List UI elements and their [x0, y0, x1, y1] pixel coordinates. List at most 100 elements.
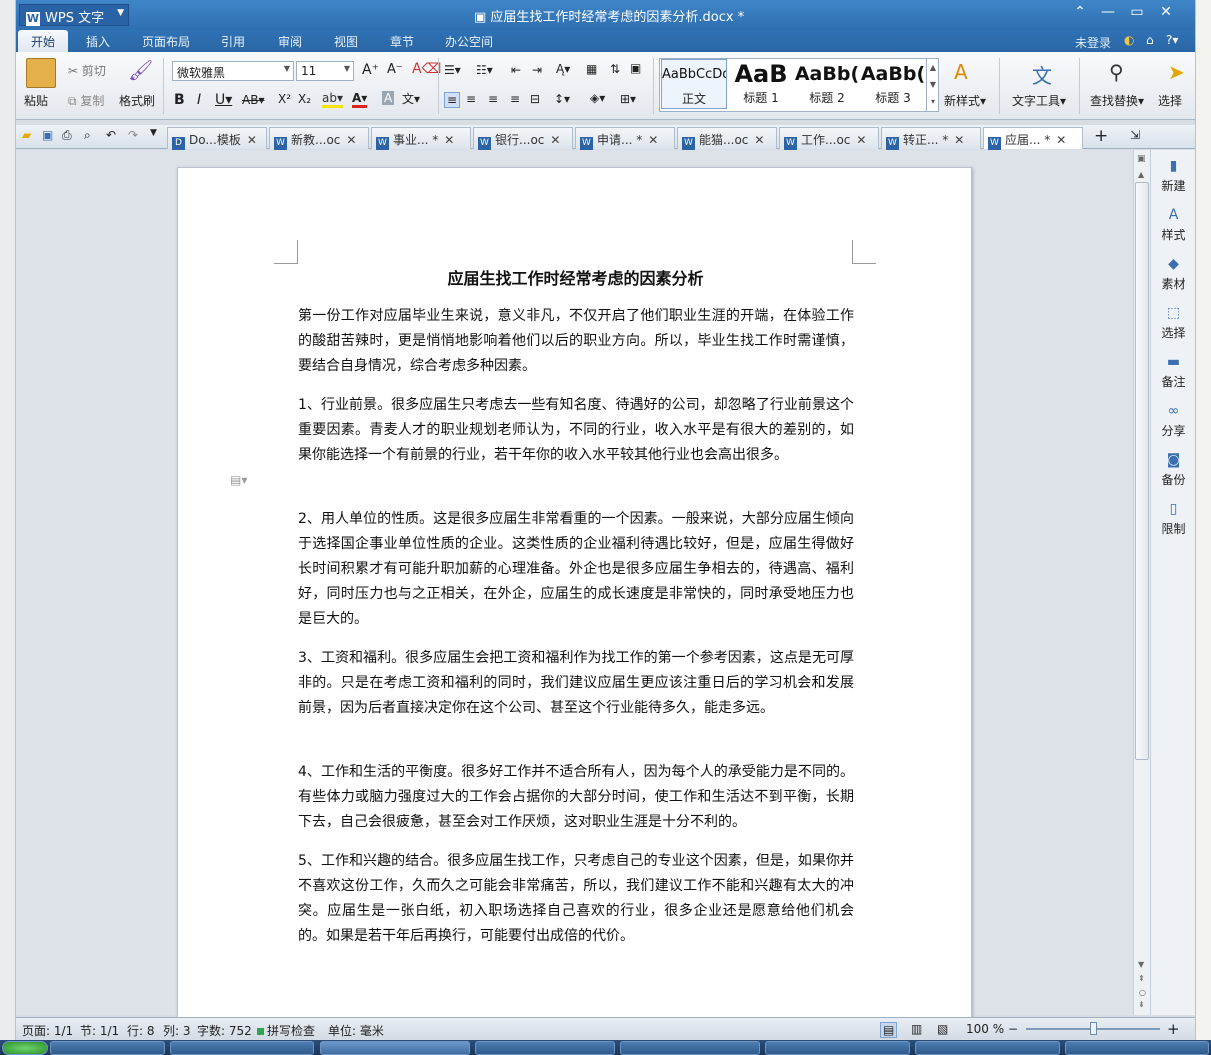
web-view-icon[interactable]: ▧	[937, 1022, 948, 1036]
line-spacing-icon[interactable]: ↕▾	[554, 92, 570, 106]
font-name-select[interactable]: 微软雅黑 ▼	[172, 61, 294, 81]
border-icon[interactable]: ⊞▾	[620, 92, 636, 106]
decrease-indent-icon[interactable]: ⇤	[511, 63, 521, 77]
close-icon[interactable]: ✕	[346, 133, 356, 147]
skin-icon[interactable]: ◐	[1124, 33, 1134, 47]
distributed-icon[interactable]: ⊟	[530, 92, 540, 106]
zoom-in-button[interactable]: +	[1167, 1020, 1180, 1038]
font-size-select[interactable]: 11 ▼	[296, 61, 354, 81]
taskbar-item[interactable]	[1065, 1041, 1209, 1055]
zoom-out-button[interactable]: −	[1008, 1022, 1018, 1036]
taskbar-item[interactable]	[475, 1041, 615, 1055]
char-shading-icon[interactable]: A	[382, 91, 395, 105]
save-icon[interactable]: ▣	[42, 128, 53, 142]
phonetic-icon[interactable]: 文▾	[402, 90, 420, 107]
document-title[interactable]: 应届生找工作时经常考虑的因素分析	[178, 265, 973, 289]
sidebar-item-material[interactable]: ◆ 素材	[1151, 256, 1196, 292]
font-color-icon[interactable]: A▾	[352, 91, 368, 108]
wps-menu-button[interactable]: W WPS 文字 ▼	[19, 4, 129, 26]
status-page[interactable]: 页面: 1/1	[22, 1022, 73, 1039]
help-button[interactable]: ?▾	[1166, 33, 1178, 47]
document-canvas[interactable]: 应届生找工作时经常考虑的因素分析 第一份工作对应届毕业生来说，意义非凡，不仅开启…	[16, 150, 1133, 1027]
vertical-scrollbar[interactable]: ▣ ▲ ▼ ⇞ ○ ⇟	[1133, 150, 1150, 1015]
doc-tab[interactable]: W 转正... * ✕	[881, 127, 981, 150]
sidebar-item-share[interactable]: ∞ 分享	[1151, 403, 1196, 439]
paragraph[interactable]: 4、工作和生活的平衡度。很多好工作并不适合所有人，因为每个人的承受能力是不同的。…	[298, 760, 854, 835]
zoom-slider-handle[interactable]	[1090, 1022, 1097, 1035]
close-icon[interactable]: ✕	[1056, 133, 1066, 147]
doc-tab[interactable]: D Do...模板 ✕	[167, 127, 267, 150]
spell-check-button[interactable]: 拼写检查	[257, 1022, 315, 1039]
format-painter-button[interactable]: 格式刷	[119, 92, 155, 109]
doc-tab[interactable]: W 银行...oc ✕	[473, 127, 573, 150]
cursor-icon[interactable]: ➤	[1168, 60, 1185, 84]
style-scroll[interactable]: ▲ ▼ ▾	[926, 59, 939, 111]
doc-tab[interactable]: W 新教...oc ✕	[269, 127, 369, 150]
taskbar-item[interactable]	[50, 1041, 165, 1055]
subscript-icon[interactable]: X₂	[298, 92, 311, 106]
close-icon[interactable]: ✕	[856, 133, 866, 147]
close-icon[interactable]: ✕	[954, 133, 964, 147]
italic-icon[interactable]: I	[197, 92, 201, 108]
paragraph[interactable]: 5、工作和兴趣的结合。很多应届生找工作，只考虑自己的专业这个因素，但是，如果你并…	[298, 849, 854, 949]
justify-icon[interactable]: ≡	[510, 92, 520, 106]
align-left-icon[interactable]: ≡	[444, 92, 461, 108]
doc-tab-active[interactable]: W 应届... * ✕	[983, 127, 1083, 150]
grow-font-icon[interactable]: A⁺	[362, 62, 379, 78]
sidebar-item-restrict[interactable]: ▯ 限制	[1151, 501, 1196, 537]
style-heading1[interactable]: AaB 标题 1	[728, 59, 794, 109]
scroll-up-icon[interactable]: ▲	[1138, 170, 1144, 179]
numbered-list-icon[interactable]: ☷▾	[476, 63, 493, 77]
doc-tab[interactable]: W 事业... * ✕	[371, 127, 471, 150]
shrink-font-icon[interactable]: A⁻	[387, 62, 403, 77]
text-direction-icon[interactable]: Ą▾	[556, 62, 570, 76]
close-icon[interactable]: ✕	[754, 133, 764, 147]
sidebar-item-backup[interactable]: ◙ 备份	[1151, 452, 1196, 488]
paragraph[interactable]: 3、工资和福利。很多应届生会把工资和福利作为找工作的第一个参考因素，这点是无可厚…	[298, 646, 854, 721]
close-icon[interactable]: ✕	[247, 133, 257, 147]
split-icon[interactable]: ▣	[1137, 154, 1146, 164]
close-icon[interactable]: ✕	[444, 133, 454, 147]
scrollbar-thumb[interactable]	[1135, 182, 1149, 760]
align-right-icon[interactable]: ≡	[488, 92, 498, 106]
style-heading3[interactable]: AaBb(标题 3	[860, 59, 926, 109]
login-status[interactable]: 未登录	[1075, 34, 1111, 51]
minimize-button[interactable]: —	[1094, 4, 1122, 20]
bold-icon[interactable]: B	[174, 92, 185, 108]
paragraph[interactable]: 1、行业前景。很多应届生只考虑去一些有知名度、待遇好的公司，却忽略了行业前景这个…	[298, 393, 854, 468]
tab-references[interactable]: 引用	[221, 33, 245, 50]
tab-chapter[interactable]: 章节	[390, 33, 414, 50]
increase-indent-icon[interactable]: ⇥	[532, 63, 542, 77]
print-icon[interactable]: ⎙	[62, 128, 72, 143]
text-tools-icon[interactable]: 文	[1032, 60, 1052, 89]
maximize-button[interactable]: ▭	[1123, 4, 1151, 20]
paragraph[interactable]: 2、用人单位的性质。这是很多应届生非常看重的一个因素。一般来说，大部分应届生倾向…	[298, 507, 854, 632]
status-words[interactable]: 字数: 752	[197, 1022, 252, 1039]
sidebar-item-select[interactable]: ⬚ 选择	[1151, 305, 1196, 341]
paste-icon[interactable]	[26, 58, 56, 88]
doc-tab[interactable]: W 申请... * ✕	[575, 127, 675, 150]
superscript-icon[interactable]: X²	[278, 92, 291, 106]
scroll-down-icon[interactable]: ▼	[1138, 960, 1144, 969]
format-painter-icon[interactable]: 🖌	[128, 58, 153, 82]
copy-button[interactable]: ⧉ 复制	[68, 92, 104, 109]
taskbar-item[interactable]	[915, 1041, 1060, 1055]
text-tools-button[interactable]: 文字工具▾	[1012, 92, 1066, 109]
table-grid-icon[interactable]: ▦	[586, 62, 597, 76]
zoom-level[interactable]: 100 %	[966, 1022, 1004, 1036]
browse-object-icon[interactable]: ○	[1139, 988, 1146, 997]
strikethrough-icon[interactable]: AB▾	[242, 93, 264, 107]
next-page-icon[interactable]: ⇟	[1138, 1000, 1145, 1009]
new-tab-button[interactable]: +	[1094, 126, 1108, 146]
quick-access-dropdown[interactable]: ▼	[150, 128, 157, 138]
binoculars-icon[interactable]: ⚲	[1109, 60, 1124, 84]
show-marks-icon[interactable]: ▣	[630, 61, 641, 75]
clear-format-icon[interactable]: A⌫	[412, 61, 441, 77]
shirt-icon[interactable]: ⌂	[1146, 33, 1154, 47]
close-icon[interactable]: ✕	[648, 133, 658, 147]
undo-icon[interactable]: ↶	[106, 128, 116, 142]
align-center-icon[interactable]: ≡	[466, 92, 476, 106]
tab-insert[interactable]: 插入	[86, 33, 110, 50]
bullet-list-icon[interactable]: ☰▾	[444, 63, 461, 77]
new-style-button[interactable]: 新样式▾	[944, 92, 986, 109]
